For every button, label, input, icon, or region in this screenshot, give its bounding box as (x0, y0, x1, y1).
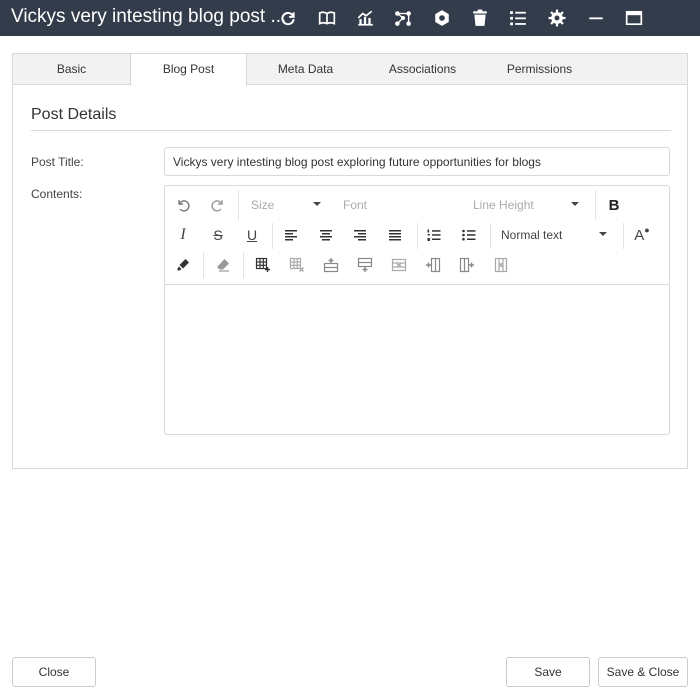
book-icon[interactable] (314, 5, 340, 31)
tab-permissions[interactable]: Permissions (481, 54, 598, 85)
save-close-button[interactable]: Save & Close (598, 657, 688, 687)
tab-strip: Basic Blog Post Meta Data Associations P… (13, 54, 687, 86)
font-size-dropdown[interactable]: Size (251, 193, 321, 217)
align-justify-icon[interactable] (382, 223, 408, 247)
list-icon[interactable] (505, 5, 531, 31)
insert-table-icon[interactable] (250, 253, 276, 277)
delete-table-icon[interactable] (284, 253, 310, 277)
close-button[interactable]: Close (12, 657, 96, 687)
font-case-label: A (634, 226, 645, 244)
tab-basic[interactable]: Basic (13, 54, 130, 85)
font-family-label: Font (343, 198, 368, 212)
redo-icon[interactable] (205, 193, 231, 217)
window-title: Vickys very intesting blog post ... (11, 6, 287, 27)
eraser-icon[interactable] (210, 253, 236, 277)
title-bar: Vickys very intesting blog post ... (0, 0, 700, 36)
editor-toolbar: Size Font Line Height B I S U Normal tex… (165, 186, 669, 285)
settings-icon[interactable] (544, 5, 570, 31)
minimize-icon[interactable] (583, 5, 609, 31)
toolbar-separator (203, 252, 204, 278)
strikethrough-button[interactable]: S (205, 223, 231, 247)
bullet-list-icon[interactable] (456, 223, 482, 247)
toolbar-separator (417, 223, 418, 249)
insert-row-above-icon[interactable] (318, 253, 344, 277)
align-center-icon[interactable] (313, 223, 339, 247)
rich-text-editor: Size Font Line Height B I S U Normal tex… (164, 185, 670, 435)
toolbar-separator (595, 190, 596, 220)
toolbar-separator (243, 252, 244, 278)
font-case-button[interactable]: A ● (629, 223, 655, 247)
ordered-list-icon[interactable] (421, 223, 447, 247)
paragraph-style-label: Normal text (501, 228, 563, 242)
chevron-down-icon (571, 202, 579, 206)
toolbar-separator (238, 190, 239, 220)
line-height-dropdown[interactable]: Line Height (473, 193, 579, 217)
save-button[interactable]: Save (506, 657, 590, 687)
paragraph-style-dropdown[interactable]: Normal text (501, 223, 607, 247)
tab-associations[interactable]: Associations (364, 54, 481, 85)
post-title-label: Post Title: (31, 155, 84, 169)
underline-button[interactable]: U (239, 223, 265, 247)
maximize-icon[interactable] (621, 5, 647, 31)
toolbar-separator (623, 223, 624, 249)
highlighter-icon[interactable] (170, 253, 196, 277)
chevron-down-icon (313, 202, 321, 206)
tab-meta-data[interactable]: Meta Data (247, 54, 364, 85)
align-left-icon[interactable] (278, 223, 304, 247)
post-title-input[interactable] (164, 147, 670, 176)
chevron-down-icon (599, 232, 607, 236)
tab-blog-post[interactable]: Blog Post (130, 54, 247, 86)
delete-column-icon[interactable] (488, 253, 514, 277)
bold-button[interactable]: B (601, 193, 627, 217)
refresh-icon[interactable] (275, 5, 301, 31)
editor-content-area[interactable] (165, 285, 669, 434)
font-size-label: Size (251, 198, 275, 212)
align-right-icon[interactable] (347, 223, 373, 247)
trash-icon[interactable] (467, 5, 493, 31)
line-height-label: Line Height (473, 198, 534, 212)
hexagon-gear-icon[interactable] (429, 5, 455, 31)
network-icon[interactable] (390, 5, 416, 31)
contents-label: Contents: (31, 187, 83, 201)
insert-column-left-icon[interactable] (420, 253, 446, 277)
insert-column-right-icon[interactable] (454, 253, 480, 277)
toolbar-separator (490, 223, 491, 249)
toolbar-separator (272, 223, 273, 249)
delete-row-icon[interactable] (386, 253, 412, 277)
italic-button[interactable]: I (170, 223, 196, 247)
font-family-dropdown[interactable]: Font (343, 193, 453, 217)
chart-icon[interactable] (352, 5, 378, 31)
section-divider (31, 130, 671, 131)
tab-panel: Basic Blog Post Meta Data Associations P… (12, 53, 688, 469)
undo-icon[interactable] (170, 193, 196, 217)
insert-row-below-icon[interactable] (352, 253, 378, 277)
section-title: Post Details (31, 106, 117, 123)
